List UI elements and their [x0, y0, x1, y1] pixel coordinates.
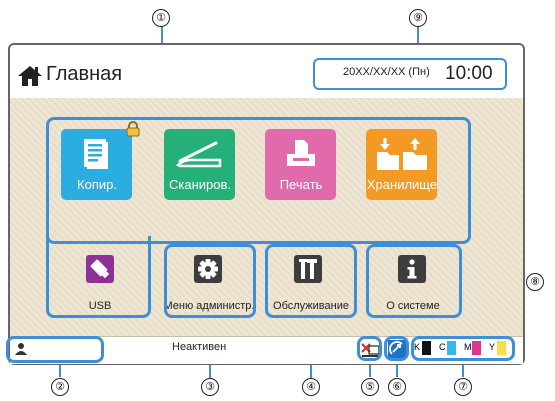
- callout-box-2: [6, 336, 104, 363]
- callout-box-3: [164, 244, 256, 318]
- callout-6: ⑥: [388, 378, 406, 396]
- callout-1: ①: [152, 9, 170, 27]
- callout-2: ②: [51, 378, 69, 396]
- home-icon[interactable]: [16, 64, 44, 88]
- callout-5: ⑤: [361, 378, 379, 396]
- time-text: 10:00: [445, 63, 493, 84]
- status-text: Неактивен: [172, 341, 227, 353]
- callout-4: ④: [302, 378, 320, 396]
- callout-box-8: [366, 244, 462, 318]
- page-title: Главная: [46, 63, 123, 85]
- callout-7: ⑦: [454, 378, 472, 396]
- callout-box-5: [357, 336, 382, 361]
- callout-box-4: [265, 244, 357, 318]
- callout-box-1-usb: [46, 236, 151, 318]
- date-text: 20XX/XX/XX (Пн): [343, 66, 430, 78]
- callout-box-7: [411, 336, 515, 361]
- callout-8: ⑧: [526, 273, 544, 291]
- callout-3: ③: [201, 378, 219, 396]
- callout-box-1: [46, 117, 471, 244]
- callout-box-6: [384, 336, 409, 361]
- callout-9: ⑨: [409, 9, 427, 27]
